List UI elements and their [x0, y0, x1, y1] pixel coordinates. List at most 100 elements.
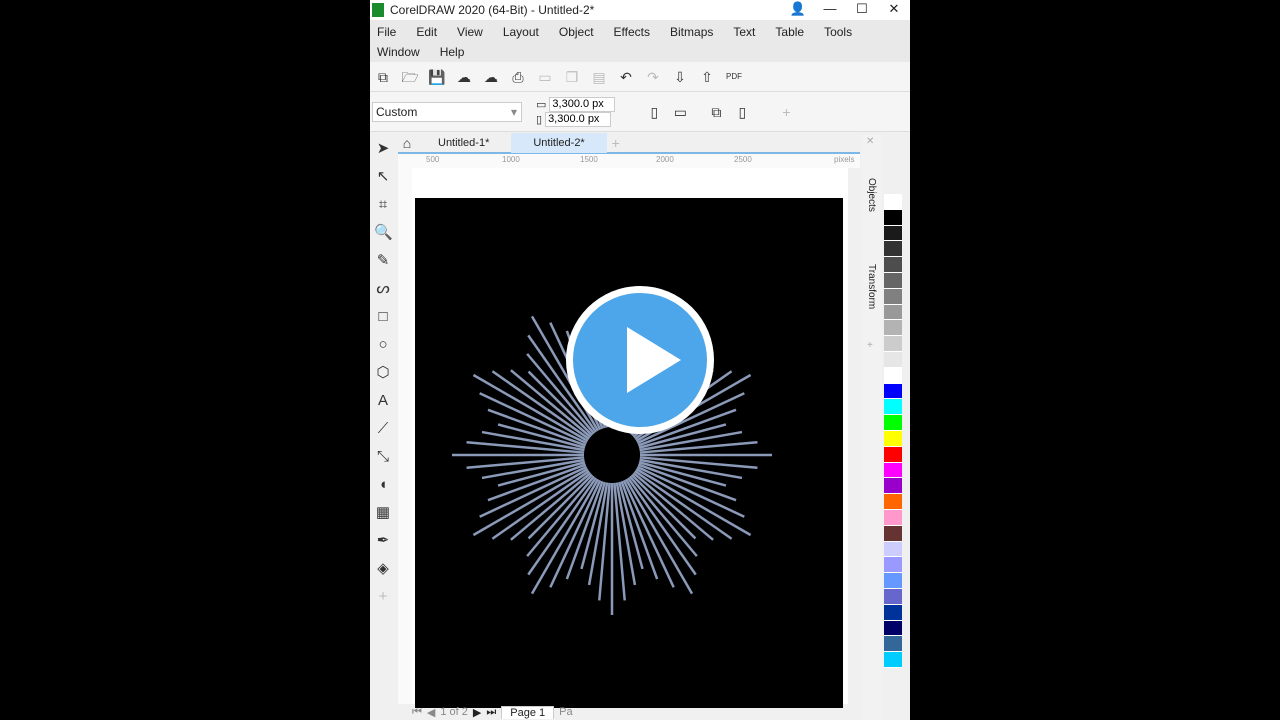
color-swatch[interactable] [884, 209, 902, 226]
cloud-download-icon[interactable]: ☁ [455, 68, 473, 86]
menu-file[interactable]: File [377, 22, 396, 42]
menu-help[interactable]: Help [440, 42, 465, 62]
redo-icon[interactable]: ↷ [644, 68, 662, 86]
eyedropper-icon[interactable]: ✒ [374, 532, 392, 550]
minimize-button[interactable]: — [814, 0, 846, 20]
color-swatch[interactable] [884, 462, 902, 479]
drop-shadow-icon[interactable]: ◖ [374, 476, 392, 494]
cloud-upload-icon[interactable]: ☁ [482, 68, 500, 86]
color-swatch[interactable] [884, 383, 902, 400]
docker-tab-objects[interactable]: Objects [866, 178, 877, 212]
portrait-icon[interactable]: ▯ [645, 103, 663, 121]
next-page-icon[interactable]: ▶ [473, 706, 481, 719]
tab-untitled-1[interactable]: Untitled-1* [416, 133, 511, 153]
color-swatch[interactable] [884, 494, 902, 510]
color-swatch[interactable] [884, 415, 902, 431]
pdf-icon[interactable]: PDF [725, 68, 743, 86]
undo-icon[interactable]: ↶ [617, 68, 635, 86]
pick-tool-icon[interactable]: ➤ [374, 140, 392, 158]
home-icon[interactable]: ⌂ [398, 134, 416, 152]
menu-view[interactable]: View [457, 22, 483, 42]
color-swatch[interactable] [884, 430, 902, 447]
crop-tool-icon[interactable]: ⌗ [374, 196, 392, 214]
add-tool-icon[interactable]: + [374, 588, 392, 606]
color-swatch[interactable] [884, 652, 902, 668]
open-icon[interactable]: 🗁 [401, 68, 419, 86]
ellipse-tool-icon[interactable]: ○ [374, 336, 392, 354]
maximize-button[interactable]: ☐ [846, 0, 878, 20]
prev-page-icon[interactable]: ◀ [427, 706, 435, 719]
copy-icon[interactable]: ❐ [563, 68, 581, 86]
color-swatch[interactable] [884, 620, 902, 637]
docker-tab-transform[interactable]: Transform [866, 264, 877, 309]
transparency-icon[interactable]: ▦ [374, 504, 392, 522]
export-icon[interactable]: ⇧ [698, 68, 716, 86]
color-swatch[interactable] [884, 320, 902, 337]
close-button[interactable]: ✕ [878, 0, 910, 20]
artistic-media-icon[interactable]: ᔕ [374, 280, 392, 298]
interactive-fill-icon[interactable]: ◈ [374, 560, 392, 578]
color-swatch[interactable] [884, 446, 902, 463]
menu-text[interactable]: Text [733, 22, 755, 42]
color-swatch[interactable] [884, 288, 902, 305]
color-swatch[interactable] [884, 257, 902, 273]
color-swatch[interactable] [884, 336, 902, 352]
color-swatch[interactable] [884, 272, 902, 289]
color-swatch[interactable] [884, 225, 902, 242]
connector-tool-icon[interactable]: ⤡ [374, 448, 392, 466]
color-swatch[interactable] [884, 604, 902, 621]
menu-bitmaps[interactable]: Bitmaps [670, 22, 713, 42]
all-pages-icon[interactable]: ⧉ [707, 103, 725, 121]
color-swatch[interactable] [884, 304, 902, 321]
color-swatch[interactable] [884, 557, 902, 574]
new-tab-icon[interactable]: + [607, 134, 625, 152]
tab-untitled-2[interactable]: Untitled-2* [511, 133, 607, 153]
page-tab-1[interactable]: Page 1 [501, 705, 555, 719]
page-tab-2[interactable]: Pa [559, 706, 572, 718]
horizontal-ruler[interactable]: 500 1000 1500 2000 2500 pixels [398, 154, 860, 168]
freehand-tool-icon[interactable]: ✎ [374, 252, 392, 270]
page[interactable] [415, 198, 843, 708]
parallel-dimension-icon[interactable]: ⟋ [374, 420, 392, 438]
add-docker-icon[interactable]: + [867, 340, 873, 351]
paste-icon[interactable]: ▤ [590, 68, 608, 86]
menu-edit[interactable]: Edit [416, 22, 437, 42]
close-docker-icon[interactable]: ✕ [866, 136, 874, 147]
color-swatch[interactable] [884, 541, 902, 558]
menu-tools[interactable]: Tools [824, 22, 852, 42]
color-swatch[interactable] [884, 194, 902, 210]
first-page-icon[interactable]: ⏮ [412, 706, 422, 719]
menu-window[interactable]: Window [377, 42, 420, 62]
color-swatch[interactable] [884, 478, 902, 495]
print-icon[interactable]: ⎙ [509, 68, 527, 86]
rectangle-tool-icon[interactable]: □ [374, 308, 392, 326]
video-play-button[interactable] [566, 286, 714, 434]
add-icon[interactable]: + [777, 103, 795, 121]
color-swatch[interactable] [884, 509, 902, 526]
color-swatch[interactable] [884, 525, 902, 542]
landscape-icon[interactable]: ▭ [671, 103, 689, 121]
save-icon[interactable]: 💾 [428, 68, 446, 86]
drawing-canvas[interactable] [412, 168, 848, 708]
vertical-ruler[interactable] [398, 168, 412, 704]
color-swatch[interactable] [884, 588, 902, 605]
page-height-input[interactable] [545, 111, 612, 127]
menu-layout[interactable]: Layout [503, 22, 539, 42]
cut-icon[interactable]: ▭ [536, 68, 554, 86]
color-swatch[interactable] [884, 351, 902, 368]
menu-effects[interactable]: Effects [614, 22, 650, 42]
menu-table[interactable]: Table [775, 22, 804, 42]
color-swatch[interactable] [884, 573, 902, 589]
last-page-icon[interactable]: ⏭ [486, 706, 496, 719]
shape-tool-icon[interactable]: ↖ [374, 168, 392, 186]
zoom-tool-icon[interactable]: 🔍 [374, 224, 393, 242]
current-page-icon[interactable]: ▯ [733, 103, 751, 121]
color-swatch[interactable] [884, 399, 902, 416]
account-icon[interactable]: 👤 [782, 0, 814, 20]
color-swatch[interactable] [884, 636, 902, 653]
menu-object[interactable]: Object [559, 22, 594, 42]
import-icon[interactable]: ⇩ [671, 68, 689, 86]
page-size-select[interactable]: Custom [372, 101, 522, 122]
color-swatch[interactable] [884, 241, 902, 258]
page-width-input[interactable] [549, 96, 616, 112]
